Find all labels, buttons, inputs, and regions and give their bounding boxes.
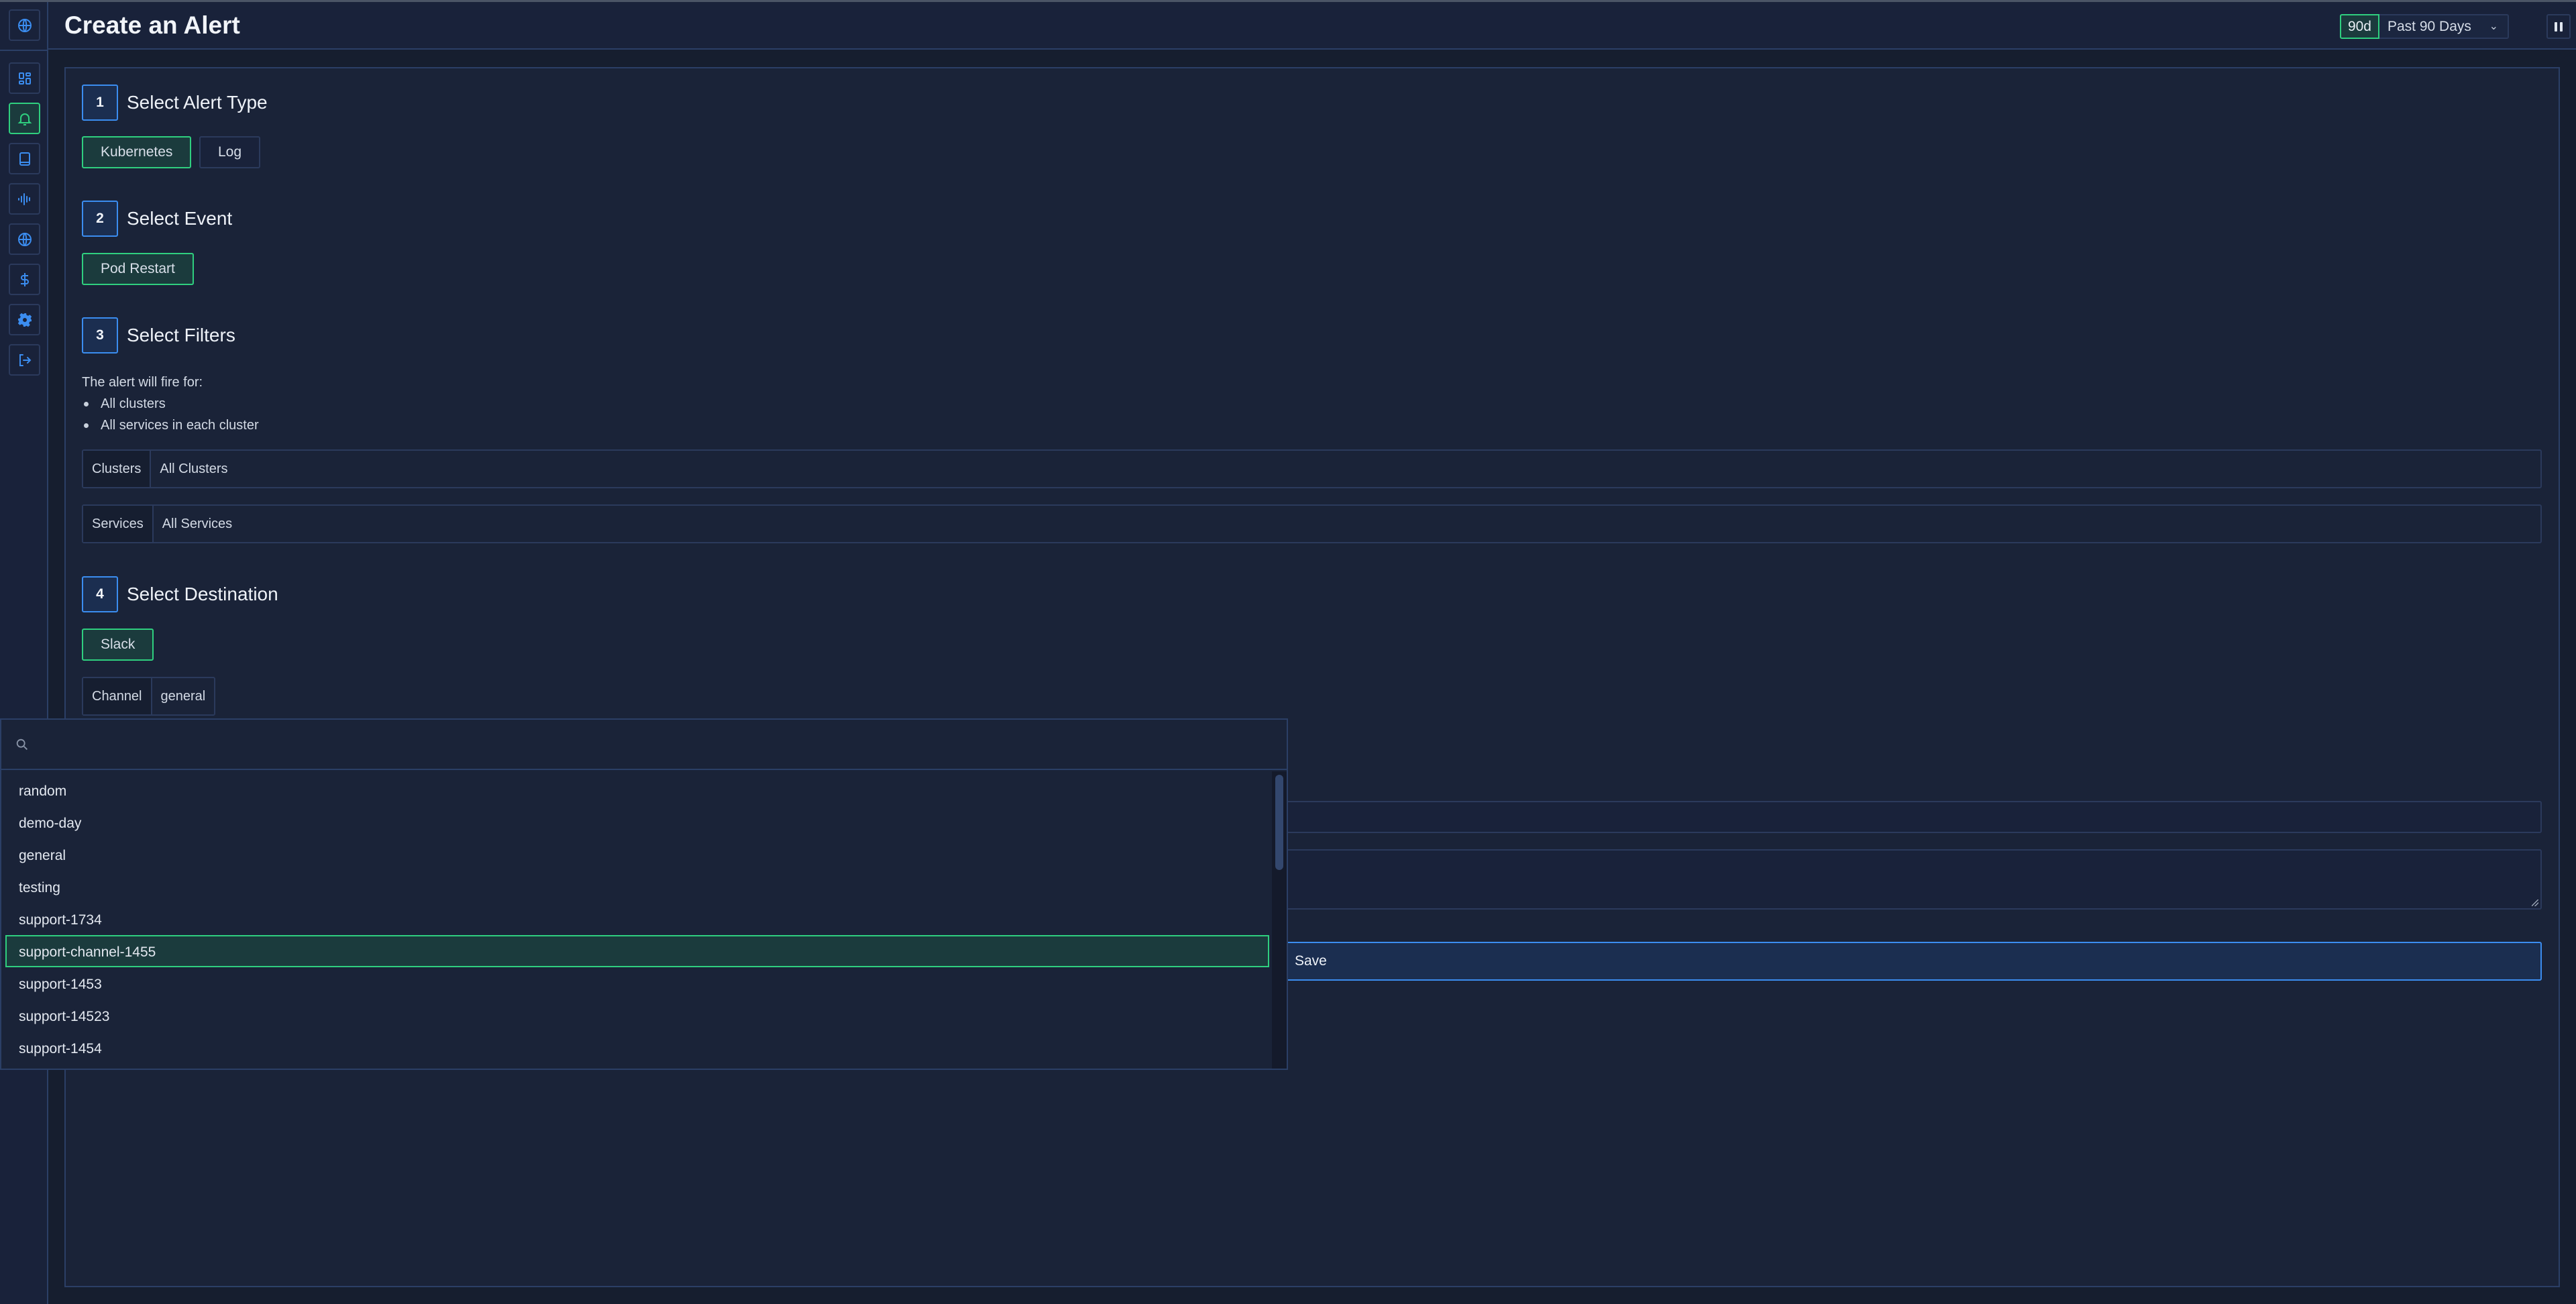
channel-label: Channel: [83, 678, 152, 714]
channel-option[interactable]: demo-day: [5, 806, 1269, 838]
time-range-select[interactable]: Past 90 Days ⌄: [2379, 14, 2509, 39]
channel-option[interactable]: random: [5, 774, 1269, 806]
bell-icon: [17, 113, 32, 125]
page-header: Create an Alert 90d Past 90 Days ⌄: [48, 2, 2576, 50]
sidebar-item-home[interactable]: [9, 9, 40, 41]
channel-list-scrollbar[interactable]: [1272, 771, 1287, 1069]
channel-options-list: random demo-day general testing support-…: [1, 771, 1273, 1069]
channel-option[interactable]: support-14523: [5, 999, 1269, 1032]
step-number: 4: [82, 576, 118, 612]
time-range-picker[interactable]: 90d Past 90 Days ⌄: [2339, 14, 2509, 39]
step-number: 3: [82, 317, 118, 354]
services-label: Services: [83, 506, 154, 542]
channel-option[interactable]: support-1453: [5, 967, 1269, 999]
channel-option[interactable]: testing: [5, 871, 1269, 903]
waveform-icon: [17, 193, 30, 205]
alert-type-log-button[interactable]: Log: [199, 136, 261, 168]
channel-dropdown: random demo-day general testing support-…: [0, 718, 1288, 1070]
clusters-select[interactable]: Clusters All Clusters: [82, 449, 2542, 488]
services-value[interactable]: All Services: [154, 506, 241, 542]
sidebar-item-signals[interactable]: [9, 183, 40, 215]
alert-type-kubernetes-button[interactable]: Kubernetes: [82, 136, 192, 168]
pause-button[interactable]: [2546, 14, 2571, 39]
page-title: Create an Alert: [64, 11, 240, 39]
search-icon: [16, 739, 28, 750]
time-range-label: Past 90 Days: [2387, 19, 2471, 34]
sidebar-item-dashboard[interactable]: [9, 62, 40, 94]
step-number: 1: [82, 85, 118, 121]
channel-select[interactable]: Channel general: [82, 677, 216, 716]
channel-search-input[interactable]: [38, 737, 1287, 752]
step-event: 2 Select Event: [82, 201, 232, 237]
step-title: Select Event: [127, 208, 233, 229]
dashboard-icon: [18, 72, 31, 85]
book-icon: [19, 152, 30, 166]
gear-icon: [17, 313, 32, 327]
filter-summary-list: All clusters All services in each cluste…: [82, 393, 259, 436]
event-pod-restart-button[interactable]: Pod Restart: [82, 253, 194, 285]
sidebar-item-network[interactable]: [9, 223, 40, 255]
destination-slack-button[interactable]: Slack: [82, 629, 154, 661]
clusters-value[interactable]: All Clusters: [151, 451, 236, 487]
services-select[interactable]: Services All Services: [82, 504, 2542, 543]
scrollbar-thumb[interactable]: [1275, 775, 1283, 870]
globe-icon: [17, 232, 32, 246]
sidebar: [0, 2, 48, 1304]
filter-summary-item: All services in each cluster: [82, 415, 259, 436]
step-filters: 3 Select Filters: [82, 317, 235, 354]
step-number: 2: [82, 201, 118, 237]
sidebar-item-logout[interactable]: [9, 344, 40, 376]
step-destination: 4 Select Destination: [82, 576, 278, 612]
step-title: Select Alert Type: [127, 92, 268, 113]
globe-icon: [17, 18, 32, 32]
sidebar-item-alerts[interactable]: [9, 103, 40, 134]
sidebar-divider: [0, 50, 48, 51]
sidebar-item-docs[interactable]: [9, 143, 40, 174]
logout-icon: [19, 354, 31, 366]
step-alert-type: 1 Select Alert Type: [82, 85, 268, 121]
pause-icon: [2555, 21, 2557, 32]
step-title: Select Destination: [127, 584, 278, 604]
clusters-label: Clusters: [83, 451, 152, 487]
channel-option[interactable]: support-1454: [5, 1032, 1269, 1064]
resize-handle-icon[interactable]: [2532, 900, 2538, 906]
time-range-badge[interactable]: 90d: [2339, 14, 2379, 39]
filter-summary-item: All clusters: [82, 393, 259, 415]
channel-option-highlighted[interactable]: support-channel-1455: [5, 935, 1269, 967]
channel-option[interactable]: general: [5, 838, 1269, 871]
channel-option[interactable]: support-1734: [5, 903, 1269, 935]
filter-summary-intro: The alert will fire for:: [82, 375, 203, 390]
step-title: Select Filters: [127, 325, 235, 345]
sidebar-item-settings[interactable]: [9, 304, 40, 335]
filter-summary: The alert will fire for: All clusters Al…: [82, 372, 259, 436]
channel-value[interactable]: general: [152, 678, 215, 714]
alert-form-panel: 1 Select Alert Type Kubernetes Log 2 Sel…: [64, 67, 2560, 1287]
sidebar-item-cost[interactable]: [9, 264, 40, 295]
dollar-icon: [20, 272, 29, 286]
pause-icon-bar: [2560, 21, 2563, 32]
chevron-down-icon: ⌄: [2489, 21, 2498, 32]
channel-search[interactable]: [1, 720, 1287, 770]
